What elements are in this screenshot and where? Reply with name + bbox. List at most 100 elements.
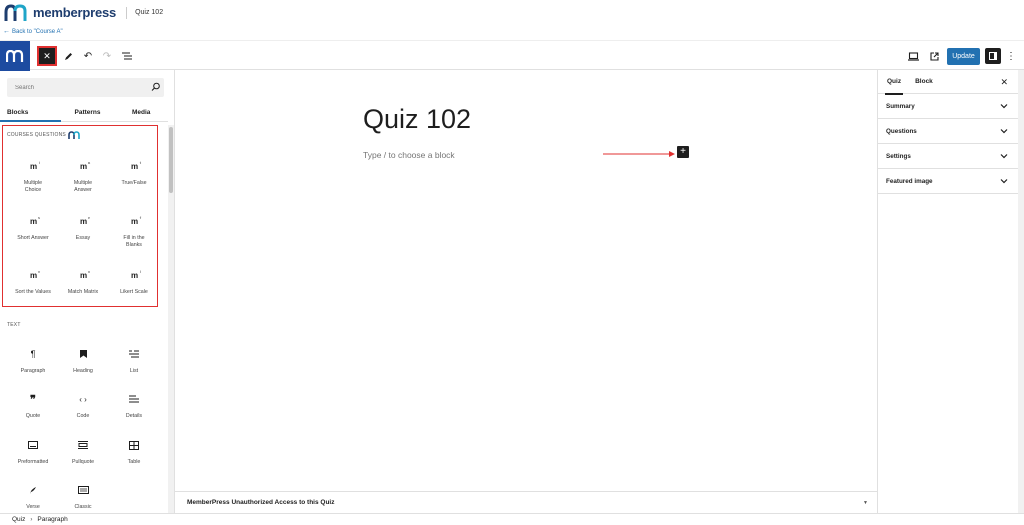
block-label: Multiple: [73, 180, 93, 186]
memberpress-question-icon: mv: [29, 268, 40, 280]
plus-icon: +: [680, 146, 686, 157]
block-label: Answer: [74, 187, 92, 193]
block-paragraph[interactable]: ¶ Paragraph: [8, 348, 58, 375]
more-vertical-icon: ⋮: [1006, 50, 1016, 62]
breadcrumb-item-paragraph[interactable]: Paragraph: [37, 516, 67, 523]
block-details[interactable]: Details: [109, 393, 159, 420]
paragraph-icon: ¶: [30, 349, 36, 359]
search-icon: [151, 82, 160, 91]
block-label: Table: [127, 459, 141, 465]
annotation-arrow-icon: [603, 151, 675, 157]
memberpress-question-icon: mx: [79, 268, 90, 280]
editor-header: ✕ ↶ ↷ Update ⋮: [0, 40, 1024, 71]
details-icon: [129, 395, 139, 403]
block-essay[interactable]: me Essay: [58, 215, 108, 242]
verse-icon: [30, 486, 36, 494]
chevron-down-icon: [1000, 154, 1008, 159]
memberpress-question-icon: ma: [79, 159, 90, 171]
memberpress-question-icon: ms: [29, 214, 40, 226]
sidebar-icon: [989, 52, 997, 60]
panel-title: Summary: [886, 102, 915, 110]
block-true-false[interactable]: mt True/False: [109, 160, 159, 187]
category-title-text: TEXT: [7, 322, 21, 328]
redo-icon: ↷: [102, 50, 112, 62]
undo-button[interactable]: ↶: [81, 49, 95, 63]
document-title: Quiz 102: [135, 9, 164, 16]
document-overview-button[interactable]: [120, 49, 134, 63]
settings-sidebar: Quiz Block ✕ Summary Questions Settings …: [877, 70, 1018, 513]
back-to-course-link[interactable]: ← Back to "Course A": [3, 28, 63, 35]
block-label: Blanks: [126, 242, 142, 248]
memberpress-question-icon: mt: [130, 159, 141, 171]
panel-summary[interactable]: Summary: [878, 94, 1018, 119]
block-short-answer[interactable]: ms Short Answer: [8, 215, 58, 242]
preview-button[interactable]: [906, 49, 920, 63]
panel-questions[interactable]: Questions: [878, 119, 1018, 144]
close-icon: ✕: [43, 50, 51, 61]
table-icon: [129, 440, 139, 450]
panel-settings[interactable]: Settings: [878, 144, 1018, 169]
tab-blocks[interactable]: Blocks: [0, 103, 61, 122]
block-label: List: [129, 368, 139, 374]
block-multiple-answer[interactable]: ma Multiple Answer: [58, 160, 108, 194]
view-post-button[interactable]: [927, 49, 941, 63]
block-list[interactable]: List: [109, 348, 159, 375]
block-pullquote[interactable]: Pullquote: [58, 439, 108, 466]
add-block-button[interactable]: +: [677, 146, 689, 158]
list-view-icon: [122, 52, 132, 60]
redo-button[interactable]: ↷: [100, 49, 114, 63]
block-fill-in-the-blanks[interactable]: mf Fill in the Blanks: [109, 215, 159, 249]
breadcrumb-item-quiz[interactable]: Quiz: [12, 516, 25, 523]
update-button[interactable]: Update: [947, 48, 980, 65]
options-button[interactable]: ⋮: [1006, 49, 1016, 63]
block-classic[interactable]: Classic: [58, 484, 108, 511]
editor-canvas[interactable]: Quiz 102 Type / to choose a block +: [175, 70, 877, 491]
block-search-input[interactable]: [7, 78, 164, 97]
caret-down-icon[interactable]: ▼: [863, 500, 868, 506]
block-multiple-choice[interactable]: mi Multiple Choice: [8, 160, 58, 194]
block-placeholder[interactable]: Type / to choose a block: [363, 150, 455, 160]
tools-button[interactable]: [61, 49, 75, 63]
block-quote[interactable]: ❞ Quote: [8, 393, 58, 420]
block-verse[interactable]: Verse: [8, 484, 58, 511]
scrollbar-thumb[interactable]: [169, 127, 173, 193]
block-label: Pullquote: [71, 459, 95, 465]
panel-title: Questions: [886, 127, 917, 135]
classic-icon: [77, 486, 89, 494]
chevron-down-icon: [1000, 179, 1008, 184]
panel-title: Settings: [886, 152, 911, 160]
block-label: Paragraph: [20, 368, 46, 374]
tab-block[interactable]: Block: [915, 70, 933, 94]
tab-media[interactable]: Media: [114, 103, 168, 121]
block-sort-the-values[interactable]: mv Sort the Values: [8, 269, 58, 296]
post-title[interactable]: Quiz 102: [363, 104, 471, 135]
block-preformatted[interactable]: Preformatted: [8, 439, 58, 466]
close-inserter-button[interactable]: ✕: [37, 46, 57, 66]
settings-tabs: Quiz Block ✕: [878, 70, 1018, 95]
panel-featured-image[interactable]: Featured image: [878, 169, 1018, 194]
block-code[interactable]: ‹ › Code: [58, 393, 108, 420]
site-icon-button[interactable]: [0, 41, 30, 71]
block-match-matrix[interactable]: mx Match Matrix: [58, 269, 108, 296]
meta-box-unauthorized-access[interactable]: MemberPress Unauthorized Access to this …: [175, 491, 877, 513]
close-settings-icon[interactable]: ✕: [1000, 77, 1008, 88]
block-label: Preformatted: [17, 459, 49, 465]
settings-toggle-button[interactable]: [985, 48, 1001, 64]
memberpress-logo[interactable]: memberpress: [4, 3, 116, 22]
page-scrollbar[interactable]: [1018, 70, 1024, 513]
block-table[interactable]: Table: [109, 439, 159, 466]
block-label: Quote: [25, 413, 41, 419]
inserter-tabs: Blocks Patterns Media: [0, 103, 168, 122]
block-label: Short Answer: [17, 235, 49, 241]
block-likert-scale[interactable]: ml Likert Scale: [109, 269, 159, 296]
tab-quiz[interactable]: Quiz: [884, 70, 904, 95]
desktop-icon: [907, 51, 919, 61]
inserter-scrollbar[interactable]: [168, 125, 174, 513]
pullquote-icon: [78, 441, 88, 449]
tab-patterns[interactable]: Patterns: [61, 103, 115, 121]
external-link-icon: [929, 51, 939, 61]
block-heading[interactable]: Heading: [58, 348, 108, 375]
memberpress-question-icon: mi: [29, 159, 40, 171]
chevron-down-icon: [1000, 129, 1008, 134]
chevron-down-icon: [1000, 104, 1008, 109]
